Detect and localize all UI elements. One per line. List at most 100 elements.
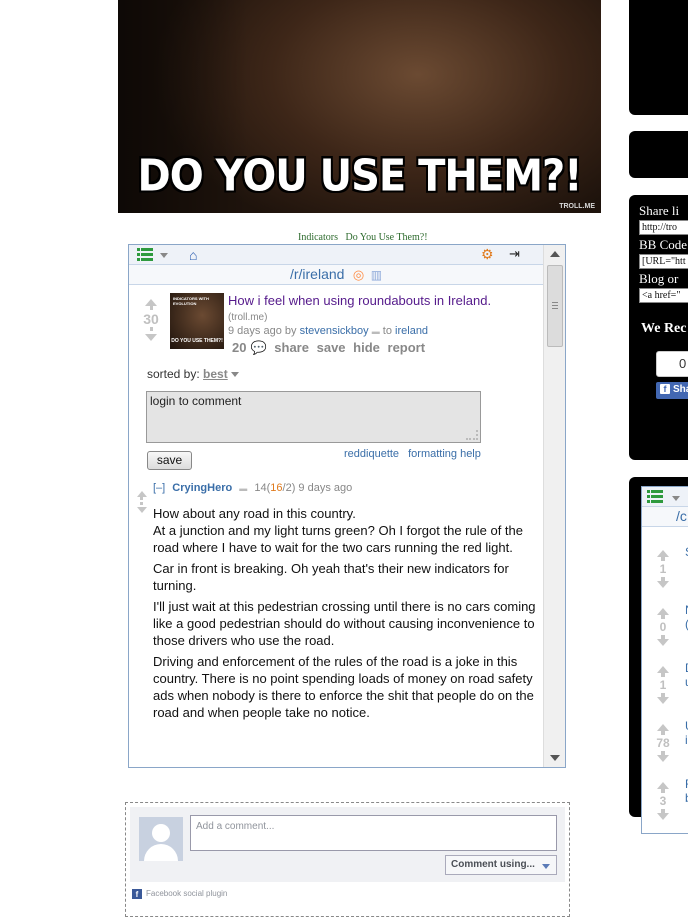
post-age: 9 days ago by — [228, 325, 297, 337]
list-icon[interactable] — [137, 248, 153, 261]
we-recommend-label: We Rec — [641, 321, 687, 336]
comment-using-label: Comment using... — [451, 859, 535, 870]
scroll-up-icon[interactable] — [550, 251, 560, 257]
mini-subreddit[interactable]: /c — [642, 507, 688, 527]
comment-textarea[interactable]: login to comment — [146, 391, 481, 443]
upvote-icon[interactable] — [657, 550, 669, 557]
item-score: 1 — [659, 562, 667, 576]
comment-bubble-icon: 💬 — [250, 340, 267, 355]
upvote-icon[interactable] — [145, 299, 157, 306]
report-link[interactable]: report — [388, 340, 426, 355]
save-button[interactable]: save — [147, 451, 192, 470]
separator: ▬ — [239, 484, 248, 493]
points-down: 2 — [285, 482, 292, 494]
share-link[interactable]: share — [274, 340, 309, 355]
list-icon[interactable] — [647, 490, 663, 503]
blog-label: Blog or — [639, 271, 679, 286]
share-label: Sha — [673, 384, 688, 395]
post-domain[interactable]: (troll.me) — [228, 312, 267, 323]
upvote-icon[interactable] — [657, 782, 669, 789]
upvote-stem — [661, 673, 665, 677]
comment-count[interactable]: 20 — [232, 340, 246, 355]
list-item: 3 F b — [642, 777, 688, 833]
facebook-share-button[interactable]: fSha — [656, 382, 688, 399]
stats-icon[interactable]: ▥ — [371, 268, 382, 282]
sort-value[interactable]: best — [203, 367, 228, 381]
facebook-comment-box: Add a comment... Comment using... — [130, 807, 565, 882]
post-author[interactable]: stevensickboy — [300, 325, 369, 337]
mini-toolbar — [642, 487, 688, 507]
avatar — [139, 817, 183, 861]
meme-image: DO YOU USE THEM?! TROLL.ME — [118, 0, 601, 213]
list-item: 1 D u — [642, 661, 688, 722]
thumbnail-top-text: INDICATORS WITH EVOLUTION — [173, 296, 209, 306]
reddiquette-link[interactable]: reddiquette — [344, 448, 399, 460]
comment-age: 9 days ago — [298, 482, 353, 494]
facebook-comments: Add a comment... Comment using... f Faceb… — [125, 802, 570, 917]
share-link-input[interactable]: http://tro — [639, 220, 688, 235]
subreddit-bar: /r/ireland ◎ ▥ — [129, 265, 543, 285]
list-item: 0 N ( — [642, 603, 688, 664]
tag-link[interactable]: Indicators — [298, 232, 338, 243]
post-to-label: to — [382, 325, 392, 337]
hide-link[interactable]: hide — [353, 340, 380, 355]
avatar-head — [152, 824, 170, 842]
downvote-icon[interactable] — [657, 639, 669, 646]
bb-code-label: BB Code — [639, 237, 688, 252]
chevron-down-icon[interactable] — [672, 496, 680, 501]
post-title[interactable]: How i feel when using roundabouts in Ire… — [228, 293, 491, 308]
downvote-icon[interactable] — [145, 334, 157, 341]
meme-watermark: TROLL.ME — [559, 203, 595, 210]
comment-header: [–] CryingHero ▬ 14(16/2) 9 days ago — [153, 482, 353, 494]
facebook-plugin-label[interactable]: f Facebook social plugin — [132, 889, 227, 899]
scroll-down-icon[interactable] — [550, 755, 560, 761]
upvote-stem — [661, 615, 665, 619]
downvote-icon[interactable] — [657, 581, 669, 588]
post: 30 INDICATORS WITH EVOLUTION DO YOU USE … — [137, 293, 537, 356]
collapse-toggle[interactable]: [–] — [153, 482, 165, 494]
downvote-icon[interactable] — [657, 755, 669, 762]
like-count: 0 — [656, 351, 688, 377]
comment-paragraph: Driving and enforcement of the rules of … — [153, 654, 534, 720]
widget-scrollbar[interactable] — [543, 245, 565, 767]
blog-input[interactable]: <a href=" — [639, 288, 688, 303]
bb-code-input[interactable]: [URL="htt — [639, 254, 688, 269]
gear-icon[interactable]: ⚙ — [481, 246, 494, 263]
upvote-icon[interactable] — [657, 724, 669, 731]
post-thumbnail[interactable]: INDICATORS WITH EVOLUTION DO YOU USE THE… — [170, 293, 224, 349]
sort-label: sorted by: — [147, 367, 200, 381]
home-icon[interactable]: ⌂ — [189, 247, 197, 263]
facebook-icon: f — [132, 889, 142, 899]
downvote-icon[interactable] — [657, 697, 669, 704]
upvote-icon[interactable] — [657, 666, 669, 673]
points-up: 16 — [270, 482, 283, 494]
help-links: reddiquette formatting help — [338, 448, 481, 460]
upvote-stem — [149, 306, 153, 310]
upvote-stem — [140, 497, 143, 500]
save-link[interactable]: save — [317, 340, 346, 355]
facebook-comment-input[interactable]: Add a comment... — [190, 815, 557, 851]
post-score: 30 — [143, 311, 159, 327]
mini-reddit-widget: /c 1 S 0 N ( 1 D u 78 U i 3 — [641, 486, 688, 834]
chevron-down-icon[interactable] — [160, 253, 168, 258]
formatting-help-link[interactable]: formatting help — [408, 448, 481, 460]
downvote-stem — [140, 502, 143, 505]
downvote-icon[interactable] — [137, 507, 147, 513]
thumbnail-caption: DO YOU USE THEM?! — [171, 338, 223, 344]
share-link-label: Share li — [639, 203, 680, 218]
post-actions: 20 💬 share save hide report — [232, 340, 429, 356]
subreddit-link[interactable]: /r/ireland — [290, 266, 344, 282]
post-target[interactable]: ireland — [395, 325, 428, 337]
resize-handle-icon[interactable] — [466, 430, 478, 440]
comment-vote — [137, 491, 151, 513]
comment-using-button[interactable]: Comment using... — [445, 855, 557, 875]
chevron-down-icon[interactable] — [230, 372, 239, 378]
upvote-icon[interactable] — [657, 608, 669, 615]
downvote-icon[interactable] — [657, 813, 669, 820]
scroll-thumb[interactable] — [547, 265, 563, 347]
rss-icon[interactable]: ◎ — [353, 267, 364, 283]
comment-author[interactable]: CryingHero — [172, 482, 232, 494]
upvote-stem — [661, 557, 665, 561]
login-icon[interactable]: ⇥ — [509, 246, 520, 262]
tag-link[interactable]: Do You Use Them?! — [346, 232, 428, 243]
